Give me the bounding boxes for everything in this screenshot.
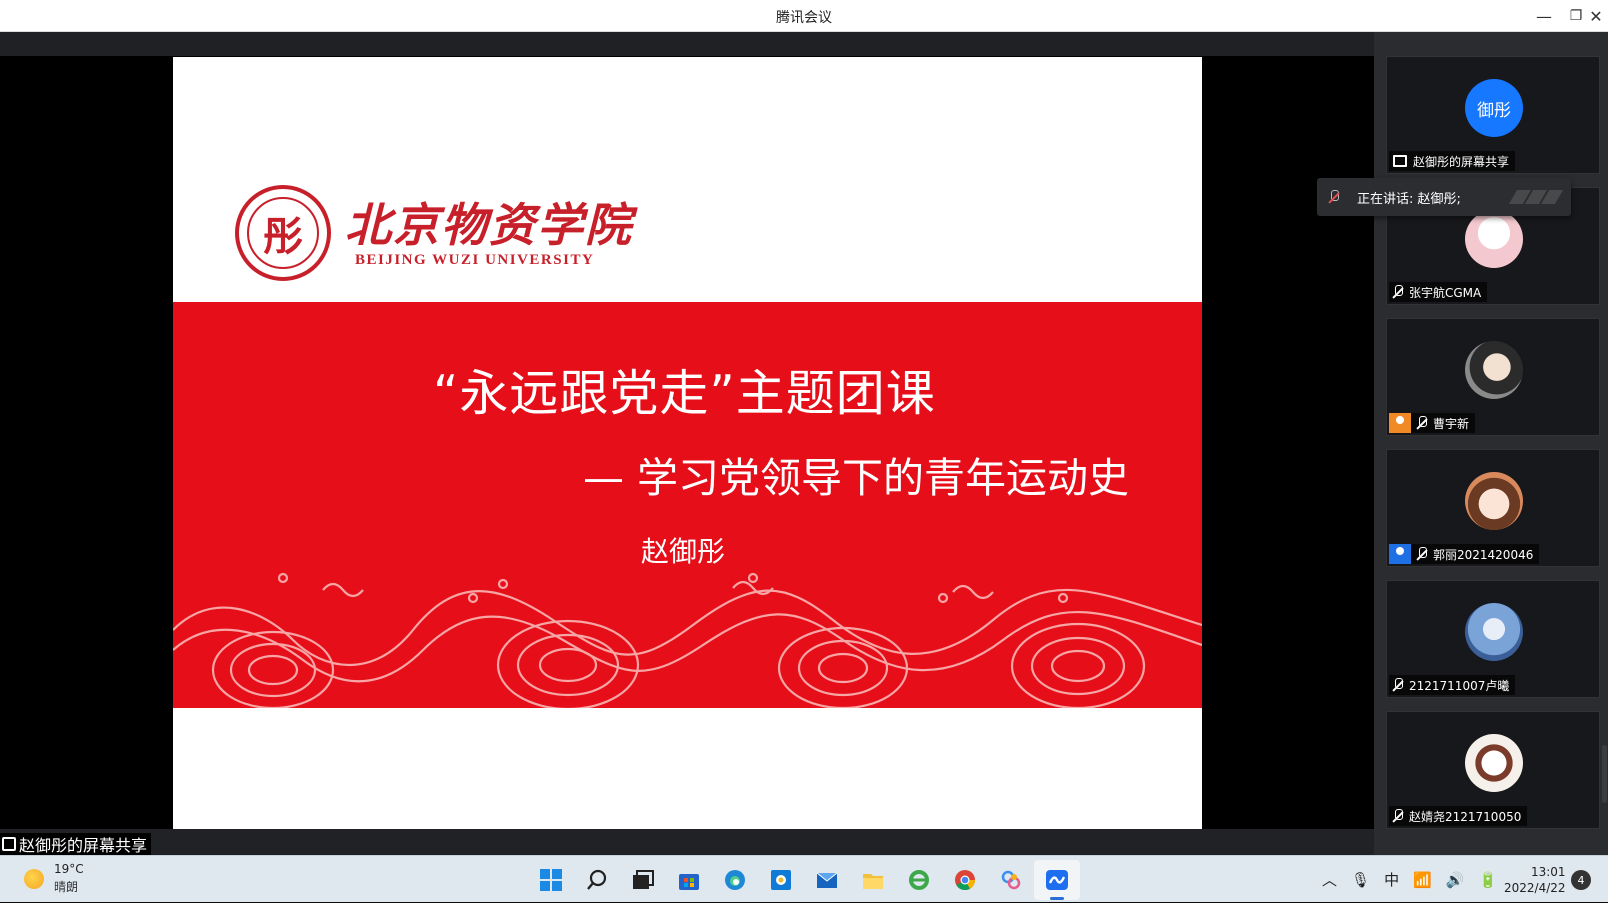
participant-name-plate: 2121711007卢曦 [1389, 675, 1516, 695]
edge-button[interactable] [712, 860, 758, 900]
mail-button[interactable] [804, 860, 850, 900]
red-title-band: “永远跟党走”主题团课 — 学习党领导下的青年运动史 赵御彤 [173, 302, 1202, 708]
start-button[interactable] [528, 860, 574, 900]
wave-pattern [173, 572, 1202, 708]
task-view-icon [633, 869, 654, 889]
avatar [1465, 341, 1523, 399]
participant-name-plate: 郭丽2021420046 [1389, 544, 1540, 564]
participant-name-plate: 赵御彤的屏幕共享 [1389, 151, 1516, 171]
participant-tile[interactable]: 郭丽2021420046 [1386, 449, 1600, 567]
edge-icon [725, 869, 745, 890]
participant-name-plate: 曹宇新 [1389, 413, 1476, 433]
chevron-up-icon[interactable]: ︿ [1322, 869, 1337, 890]
system-tray: ︿ 🎙 中 📶 🔊 🔋 [1322, 856, 1511, 903]
cohost-icon [1389, 544, 1411, 564]
university-logo: 彤 北京物资学院 BEIJING WUZI UNIVERSITY [235, 185, 633, 281]
slide-subtitle: — 学习党领导下的青年运动史 [583, 454, 1130, 502]
store-button[interactable] [666, 860, 712, 900]
host-icon [1389, 413, 1411, 433]
university-seal-icon: 彤 [235, 185, 331, 281]
participant-name-plate: 赵婧尧2121710050 [1389, 806, 1528, 826]
screen-share-label: 赵御彤的屏幕共享 [0, 833, 152, 855]
presentation-slide: 彤 北京物资学院 BEIJING WUZI UNIVERSITY “永远跟党走”… [173, 57, 1202, 829]
monitor-icon [1393, 155, 1407, 167]
participant-tile[interactable]: 2121711007卢曦 [1386, 580, 1600, 698]
battery-icon[interactable]: 🔋 [1478, 871, 1497, 889]
mic-muted-icon [1417, 547, 1427, 561]
start-icon [540, 868, 562, 891]
monitor-icon [2, 837, 16, 851]
blurred-name [1508, 190, 1564, 204]
microphone-icon[interactable]: 🎙 [1351, 871, 1370, 889]
participant-name-plate: 张宇航CGMA [1389, 282, 1488, 302]
search-icon [587, 869, 607, 890]
avatar [1465, 603, 1523, 661]
bottom-strip [0, 829, 1374, 855]
tencent-meeting-icon [1046, 869, 1068, 890]
mic-muted-icon [1417, 416, 1427, 430]
top-strip [0, 32, 1374, 56]
sun-icon [24, 868, 44, 889]
participant-panel: 御彤 赵御彤的屏幕共享 张宇航CGMA 曹宇新 郭丽2021420046 212… [1374, 32, 1608, 855]
mic-muted-icon [1329, 190, 1339, 204]
ime-indicator[interactable]: 中 [1384, 869, 1399, 890]
mic-muted-icon [1393, 678, 1403, 692]
notification-badge[interactable]: 4 [1571, 870, 1591, 890]
slide-title: “永远跟党走”主题团课 [433, 365, 936, 422]
wifi-icon[interactable]: 📶 [1413, 871, 1432, 889]
close-button[interactable]: ✕ [1584, 0, 1608, 32]
avatar [1465, 210, 1523, 268]
tencent-meeting-button[interactable] [1034, 859, 1080, 900]
taskbar: 19°C 晴朗 ︿ 🎙 中 📶 🔊 🔋 13:01 2022/4/22 4 [0, 855, 1608, 902]
ie-icon [909, 869, 929, 890]
ie-button[interactable] [896, 860, 942, 900]
weather-widget[interactable]: 19°C 晴朗 [24, 862, 84, 895]
chrome-button[interactable] [942, 860, 988, 900]
avatar: 御彤 [1465, 79, 1523, 137]
window-title: 腾讯会议 [776, 10, 832, 26]
logo-english-name: BEIJING WUZI UNIVERSITY [355, 251, 595, 268]
search-button[interactable] [574, 860, 620, 900]
mic-muted-icon [1393, 285, 1403, 299]
store-icon [679, 873, 699, 890]
speaking-indicator: 正在讲话: 赵御彤; [1317, 178, 1571, 216]
slide-presenter: 赵御彤 [641, 535, 726, 568]
avatar [1465, 472, 1523, 530]
participant-tile[interactable]: 曹宇新 [1386, 318, 1600, 436]
file-explorer-icon [863, 873, 883, 889]
baidu-netdisk-button[interactable] [988, 860, 1034, 900]
task-view-button[interactable] [620, 860, 666, 900]
baidu-netdisk-icon [1001, 870, 1021, 889]
mail-icon [816, 872, 838, 888]
clock[interactable]: 13:01 2022/4/22 [1504, 864, 1566, 896]
chrome-icon [955, 869, 976, 890]
panel-scrollbar[interactable] [1602, 745, 1607, 803]
logo-chinese-name: 北京物资学院 [345, 197, 633, 252]
volume-icon[interactable]: 🔊 [1446, 871, 1465, 889]
participant-tile[interactable]: 赵婧尧2121710050 [1386, 711, 1600, 829]
photos-button[interactable] [758, 860, 804, 900]
participant-tile[interactable]: 御彤 赵御彤的屏幕共享 [1386, 56, 1600, 174]
title-bar: 腾讯会议 — ❐ ✕ [0, 0, 1608, 32]
photos-icon [771, 869, 791, 890]
file-explorer-button[interactable] [850, 860, 896, 900]
mic-muted-icon [1393, 809, 1403, 823]
avatar [1465, 734, 1523, 792]
